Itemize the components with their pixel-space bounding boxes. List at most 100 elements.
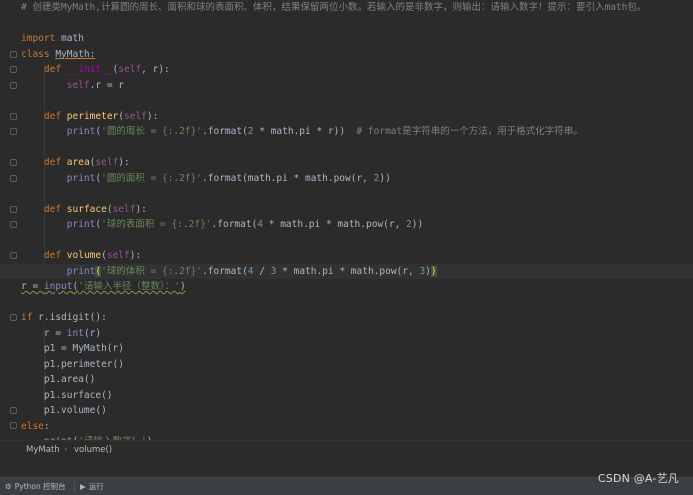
code-line[interactable] bbox=[21, 233, 693, 249]
code-token: r.isdigit(): bbox=[38, 312, 107, 323]
code-line[interactable]: p1.area() bbox=[21, 372, 693, 388]
run-tab[interactable]: ▶ 运行 bbox=[80, 479, 104, 494]
code-token: p1 = MyMath(r) bbox=[21, 343, 124, 354]
fold-marker-icon[interactable] bbox=[10, 252, 17, 259]
code-line[interactable]: else: bbox=[21, 419, 693, 435]
code-token: ) bbox=[179, 281, 186, 292]
code-line[interactable]: print('圆的面积 = {:.2f}'.format(math.pi * m… bbox=[21, 171, 693, 187]
fold-marker-icon[interactable] bbox=[10, 422, 17, 429]
run-label: 运行 bbox=[88, 482, 104, 491]
code-line[interactable]: print('球的表面积 = {:.2f}'.format(4 * math.p… bbox=[21, 217, 693, 233]
code-line[interactable]: print('圆的周长 = {:.2f}'.format(2 * math.pi… bbox=[21, 124, 693, 140]
code-token: '请输入半径（整数）：' bbox=[78, 281, 180, 292]
code-token: '球的表面积 = {:.2f}' bbox=[101, 219, 212, 230]
code-line[interactable]: p1.surface() bbox=[21, 388, 693, 404]
fold-marker-icon[interactable] bbox=[10, 314, 17, 321]
code-line[interactable]: p1.perimeter() bbox=[21, 357, 693, 373]
fold-marker-icon[interactable] bbox=[10, 206, 17, 213]
code-line[interactable]: if r.isdigit(): bbox=[21, 310, 693, 326]
fold-marker-icon[interactable] bbox=[10, 66, 17, 73]
code-token: )) bbox=[379, 172, 391, 184]
fold-marker-icon[interactable] bbox=[10, 159, 17, 166]
code-line[interactable]: class MyMath: bbox=[21, 47, 693, 63]
code-token: surface bbox=[66, 203, 107, 215]
code-token: : bbox=[43, 420, 50, 432]
code-token: math bbox=[61, 33, 84, 44]
code-token: r = bbox=[21, 281, 44, 292]
code-token: print bbox=[66, 126, 96, 137]
code-token: self bbox=[66, 79, 90, 91]
code-token: self bbox=[112, 203, 136, 215]
python-console-tab[interactable]: ⚙ Python 控制台 bbox=[5, 479, 66, 494]
code-area[interactable]: # 创建类MyMath,计算圆的周长、面积和球的表面积、体积，结果保留两位小数。… bbox=[0, 0, 693, 440]
code-token: print bbox=[66, 265, 96, 277]
tool-window-bar: ⚙ Python 控制台 ▶ 运行 bbox=[0, 476, 693, 495]
python-console-icon: ⚙ bbox=[5, 482, 12, 491]
code-token: input bbox=[43, 281, 73, 292]
code-token: * math.pi * math.pow(r, bbox=[276, 265, 420, 277]
fold-marker-icon[interactable] bbox=[10, 113, 17, 120]
code-token: int bbox=[66, 327, 84, 339]
code-line[interactable]: r = int(r) bbox=[21, 326, 693, 342]
code-line[interactable] bbox=[21, 93, 693, 109]
code-line[interactable]: self.r = r bbox=[21, 78, 693, 94]
code-token: ): bbox=[146, 110, 159, 122]
fold-marker-icon[interactable] bbox=[10, 82, 17, 89]
code-line[interactable]: r = input('请输入半径（整数）：') bbox=[21, 279, 693, 295]
code-token: p1.area() bbox=[21, 374, 96, 385]
editor-gutter bbox=[0, 0, 18, 440]
code-line[interactable]: def __init__(self, r): bbox=[21, 62, 693, 78]
fold-marker-icon[interactable] bbox=[10, 221, 17, 228]
code-token: MyMath: bbox=[55, 48, 96, 60]
code-token: '圆的周长 = {:.2f}' bbox=[101, 126, 203, 137]
code-line[interactable] bbox=[21, 295, 693, 311]
code-token: '圆的面积 = {:.2f}' bbox=[101, 172, 203, 184]
code-token: print bbox=[66, 219, 96, 230]
fold-marker-icon[interactable] bbox=[10, 175, 17, 182]
fold-marker-icon[interactable] bbox=[10, 51, 17, 58]
code-token: , r): bbox=[141, 64, 170, 75]
code-token: ): bbox=[135, 203, 147, 215]
code-editor[interactable]: # 创建类MyMath,计算圆的周长、面积和球的表面积、体积，结果保留两位小数。… bbox=[0, 0, 693, 440]
code-token: '球的体积 = {:.2f}' bbox=[101, 265, 203, 277]
code-token: def bbox=[43, 203, 67, 215]
python-console-label: Python 控制台 bbox=[14, 482, 66, 491]
code-line[interactable]: print('球的体积 = {:.2f}'.format(4 / 3 * mat… bbox=[0, 263, 693, 279]
code-line[interactable]: # 创建类MyMath,计算圆的周长、面积和球的表面积、体积，结果保留两位小数。… bbox=[21, 0, 693, 16]
code-token: else bbox=[21, 420, 44, 432]
code-line[interactable]: def area(self): bbox=[21, 155, 693, 171]
code-token: print bbox=[66, 172, 96, 184]
breadcrumb-class[interactable]: MyMath bbox=[26, 441, 60, 459]
code-line[interactable]: def volume(self): bbox=[21, 248, 693, 264]
code-token: import bbox=[21, 33, 62, 44]
code-token: self bbox=[95, 157, 119, 168]
run-icon: ▶ bbox=[80, 482, 86, 491]
code-line[interactable]: p1.volume() bbox=[21, 403, 693, 419]
code-token: ): bbox=[118, 157, 130, 168]
code-token: # format是字符串的一个方法，用于格式化字符串。 bbox=[356, 126, 583, 137]
code-token: .format(math.pi * math.pow(r, bbox=[202, 172, 374, 184]
code-token: # 创建类MyMath,计算圆的周长、面积和球的表面积、体积，结果保留两位小数。… bbox=[21, 2, 647, 13]
tab-divider bbox=[74, 481, 75, 492]
code-token: def bbox=[43, 110, 67, 122]
code-line[interactable]: def perimeter(self): bbox=[21, 109, 693, 125]
code-line[interactable]: def surface(self): bbox=[21, 202, 693, 218]
code-token: p1.surface() bbox=[21, 389, 113, 401]
breadcrumb-method[interactable]: volume() bbox=[74, 441, 112, 459]
code-token: p1.volume() bbox=[21, 405, 107, 416]
code-token: )) bbox=[411, 219, 424, 230]
code-token: __init__ bbox=[66, 64, 113, 75]
code-token: .r = r bbox=[89, 79, 124, 91]
code-line[interactable] bbox=[21, 140, 693, 156]
code-line[interactable]: p1 = MyMath(r) bbox=[21, 341, 693, 357]
code-line[interactable]: import math bbox=[21, 31, 693, 47]
code-token: (r) bbox=[83, 327, 102, 339]
fold-marker-icon[interactable] bbox=[10, 407, 17, 414]
code-line[interactable] bbox=[21, 186, 693, 202]
code-line[interactable] bbox=[21, 16, 693, 32]
fold-marker-icon[interactable] bbox=[10, 128, 17, 135]
